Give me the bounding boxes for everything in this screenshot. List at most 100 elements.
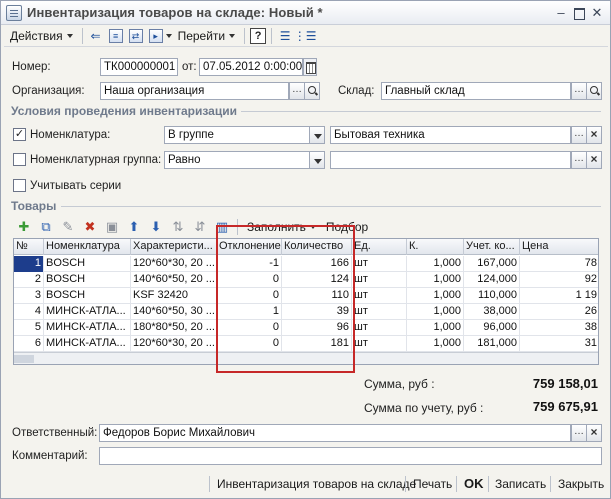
group-value-field[interactable] (330, 151, 571, 169)
columns-icon[interactable]: ☰ (275, 26, 295, 46)
coefficient-cell[interactable]: 1,000 (407, 288, 464, 304)
characteristic-cell[interactable]: KSF 32420 (131, 288, 217, 304)
calendar-icon[interactable] (303, 58, 317, 76)
coefficient-cell[interactable]: 1,000 (407, 304, 464, 320)
column-header[interactable]: № (14, 239, 44, 255)
unit-cell[interactable]: шт (352, 304, 407, 320)
column-header[interactable]: Цена (520, 239, 598, 255)
row-number-cell[interactable]: 5 (14, 320, 44, 336)
quantity-cell[interactable]: 166 (282, 256, 352, 272)
help-button[interactable]: ? (248, 26, 268, 46)
goto-menu[interactable]: Перейти (172, 26, 242, 46)
table-row[interactable]: 2 BOSCH 140*60*50, 20 ... 0 124 шт 1,000 124,00… (14, 272, 598, 288)
coefficient-cell[interactable]: 1,000 (407, 272, 464, 288)
row-number-cell[interactable]: 1 (14, 256, 44, 272)
characteristic-cell[interactable]: 120*60*30, 20 ... (131, 336, 217, 352)
warehouse-field[interactable]: Главный склад (381, 82, 571, 100)
table-row[interactable]: 4 МИНСК-АТЛА... 140*60*50, 30 ... 1 39 шт 1,00… (14, 304, 598, 320)
select-ellipsis-button[interactable]: … (571, 151, 587, 169)
unit-cell[interactable]: шт (352, 320, 407, 336)
nomenclature-value-field[interactable]: Бытовая техника (330, 126, 571, 144)
goods-table[interactable]: № Номенклатура Характеристи... Отклонени… (13, 238, 599, 365)
edit-row-icon[interactable]: ✎ (58, 218, 78, 236)
date-field[interactable]: 07.05.2012 0:00:00 (199, 58, 303, 76)
characteristic-cell[interactable]: 140*60*50, 20 ... (131, 272, 217, 288)
table-row[interactable]: 5 МИНСК-АТЛА... 180*80*50, 20 ... 0 96 шт 1,00… (14, 320, 598, 336)
clear-icon[interactable]: × (586, 424, 602, 442)
nomenclature-mode-select[interactable]: В группе (164, 126, 310, 144)
accounting-qty-cell[interactable]: 96,000 (464, 320, 520, 336)
price-cell[interactable]: 92 (520, 272, 598, 288)
chevron-down-icon[interactable] (309, 126, 325, 144)
column-header[interactable]: Количество (282, 239, 352, 255)
movements-icon[interactable]: ⇄ (126, 26, 146, 46)
end-edit-icon[interactable]: ▣ (102, 218, 122, 236)
deviation-cell[interactable]: 0 (217, 336, 282, 352)
row-number-cell[interactable]: 4 (14, 304, 44, 320)
price-cell[interactable]: 1 19 (520, 288, 598, 304)
row-number-cell[interactable]: 3 (14, 288, 44, 304)
unit-cell[interactable]: шт (352, 288, 407, 304)
row-number-cell[interactable]: 6 (14, 336, 44, 352)
price-cell[interactable]: 78 (520, 256, 598, 272)
price-cell[interactable]: 38 (520, 320, 598, 336)
group-mode-select[interactable]: Равно (164, 151, 310, 169)
comment-field[interactable] (99, 447, 602, 465)
nomenclature-cell[interactable]: МИНСК-АТЛА... (44, 336, 131, 352)
nomenclature-cell[interactable]: МИНСК-АТЛА... (44, 320, 131, 336)
minimize-button[interactable]: – (554, 6, 568, 20)
nomenclature-cell[interactable]: BOSCH (44, 272, 131, 288)
horizontal-scrollbar[interactable] (14, 352, 598, 364)
deviation-cell[interactable]: 0 (217, 272, 282, 288)
select-ellipsis-button[interactable]: … (571, 126, 587, 144)
back-arrow-icon[interactable]: ⇐ (86, 26, 106, 46)
table-row[interactable]: 3 BOSCH KSF 32420 0 110 шт 1,000 110,000 1 19 (14, 288, 598, 304)
nomenclature-checkbox[interactable]: ✓ (13, 128, 26, 141)
characteristic-cell[interactable]: 120*60*30, 20 ... (131, 256, 217, 272)
organization-field[interactable]: Наша организация (100, 82, 289, 100)
print-form-button[interactable]: Инвентаризация товаров на складе (217, 473, 416, 495)
series-checkbox[interactable] (13, 179, 26, 192)
nomenclature-cell[interactable]: BOSCH (44, 288, 131, 304)
group-checkbox[interactable] (13, 153, 26, 166)
quantity-cell[interactable]: 96 (282, 320, 352, 336)
search-icon[interactable] (304, 82, 320, 100)
clear-icon[interactable]: × (586, 126, 602, 144)
price-cell[interactable]: 26 (520, 304, 598, 320)
move-down-icon[interactable]: ⬇ (146, 218, 166, 236)
quantity-cell[interactable]: 181 (282, 336, 352, 352)
select-ellipsis-button[interactable]: … (571, 82, 587, 100)
unit-cell[interactable]: шт (352, 336, 407, 352)
maximize-button[interactable] (572, 6, 586, 20)
column-header[interactable]: Ед. (352, 239, 407, 255)
number-field[interactable]: ТК000000001 (100, 58, 178, 76)
select-ellipsis-button[interactable]: … (289, 82, 305, 100)
add-row-icon[interactable]: ✚ (14, 218, 34, 236)
deviation-cell[interactable]: -1 (217, 256, 282, 272)
barcode-icon[interactable]: ▥ (212, 218, 232, 236)
accounting-qty-cell[interactable]: 181,000 (464, 336, 520, 352)
actions-menu[interactable]: Действия (4, 26, 79, 46)
sort-asc-icon[interactable]: ⇅ (168, 218, 188, 236)
deviation-cell[interactable]: 0 (217, 320, 282, 336)
quantity-cell[interactable]: 110 (282, 288, 352, 304)
table-row[interactable]: 1 BOSCH 120*60*30, 20 ... -1 166 шт 1,000 167,0… (14, 256, 598, 272)
save-button[interactable]: Записать (495, 473, 546, 495)
select-button[interactable]: Подбор (322, 218, 372, 236)
unit-cell[interactable]: шт (352, 272, 407, 288)
accounting-qty-cell[interactable]: 38,000 (464, 304, 520, 320)
characteristic-cell[interactable]: 180*80*50, 20 ... (131, 320, 217, 336)
coefficient-cell[interactable]: 1,000 (407, 256, 464, 272)
move-up-icon[interactable]: ⬆ (124, 218, 144, 236)
column-header[interactable]: Характеристи... (131, 239, 217, 255)
close-window-button[interactable]: ✕ (590, 6, 604, 20)
accounting-qty-cell[interactable]: 110,000 (464, 288, 520, 304)
accounting-qty-cell[interactable]: 167,000 (464, 256, 520, 272)
list-settings-icon[interactable]: ⋮☰ (294, 26, 317, 46)
select-ellipsis-button[interactable]: … (571, 424, 587, 442)
deviation-cell[interactable]: 1 (217, 304, 282, 320)
row-number-cell[interactable]: 2 (14, 272, 44, 288)
deviation-cell[interactable]: 0 (217, 288, 282, 304)
ok-button[interactable]: OK (464, 473, 484, 495)
delete-row-icon[interactable]: ✖ (80, 218, 100, 236)
